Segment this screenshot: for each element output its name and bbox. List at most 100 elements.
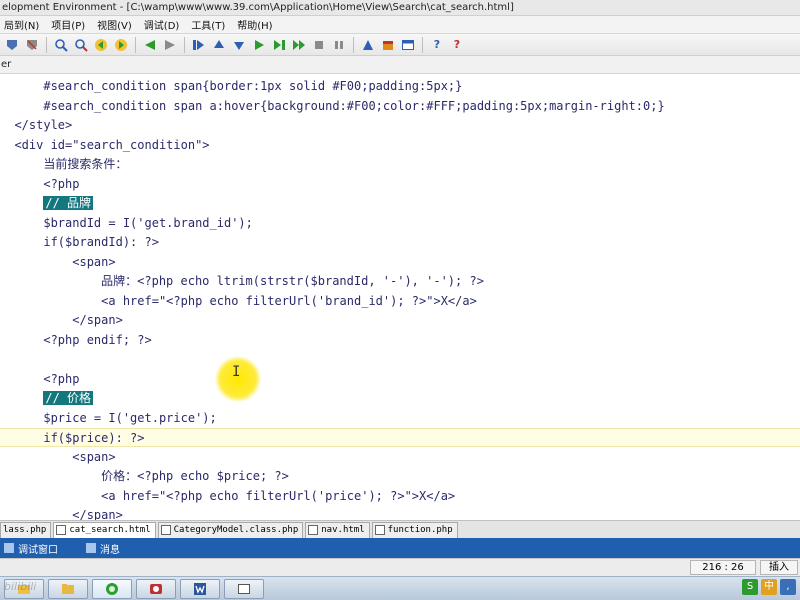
tray-icon[interactable]: 中: [761, 579, 777, 595]
toolbar-separator: [353, 36, 354, 53]
step-icon[interactable]: [271, 37, 287, 53]
code-line: #search_condition span a:hover{backgroun…: [0, 98, 665, 113]
tab-debug-window[interactable]: 调试窗口: [0, 541, 58, 556]
code-line: 价格：<?php echo $price; ?>: [0, 469, 289, 483]
help-icon[interactable]: ?: [429, 37, 445, 53]
word-icon: [194, 582, 206, 595]
text-cursor-icon: I: [232, 364, 241, 380]
code-line: </span>: [0, 508, 123, 520]
tools-icon[interactable]: [360, 37, 376, 53]
context-help-icon[interactable]: ?: [449, 37, 465, 53]
system-tray: S 中 ,: [739, 579, 796, 595]
layout-icon[interactable]: [400, 37, 416, 53]
menu-item-debug[interactable]: 调试(D): [140, 17, 188, 32]
back-icon[interactable]: [93, 37, 109, 53]
taskbar-window[interactable]: [224, 578, 264, 599]
file-tab-nav-html[interactable]: nav.html: [305, 521, 370, 538]
file-tab-cat-search-html[interactable]: cat_search.html: [53, 521, 156, 538]
taskbar-word[interactable]: [180, 578, 220, 599]
bookmark-icon[interactable]: [4, 37, 20, 53]
video-watermark: bilibili: [4, 580, 37, 593]
toolbar-separator: [135, 36, 136, 53]
code-line: // 品牌: [0, 194, 800, 213]
panel-bar: 调试窗口 消息: [0, 538, 800, 558]
code-line: // 价格: [0, 389, 800, 408]
code-line: #search_condition span{border:1px solid …: [0, 79, 463, 93]
code-line: <?php: [0, 371, 80, 386]
status-bar: 216 : 26 插入: [0, 558, 800, 576]
taskbar-recorder[interactable]: [136, 578, 176, 599]
menu-item-help[interactable]: 帮助(H): [233, 17, 280, 32]
message-icon: [86, 543, 96, 553]
next-icon[interactable]: [162, 37, 178, 53]
file-tab-category-model[interactable]: CategoryModel.class.php: [157, 521, 304, 538]
window-icon: [238, 583, 250, 594]
up-icon[interactable]: [211, 37, 227, 53]
comment-highlight: // 品牌: [43, 196, 94, 210]
code-line: 当前搜索条件：: [0, 157, 128, 171]
menu-item-project[interactable]: 项目(P): [47, 17, 93, 32]
taskbar-folder[interactable]: [48, 578, 88, 599]
cursor-position: 216 : 26: [690, 560, 756, 575]
editor-subbar: er: [0, 56, 800, 74]
code-line: <?php: [0, 176, 80, 191]
file-tab-label: lass.php: [3, 525, 47, 535]
code-editor[interactable]: #search_condition span{border:1px solid …: [0, 74, 800, 520]
panel-tab-label: 消息: [100, 544, 120, 556]
file-icon: [56, 525, 67, 535]
toolbar-separator: [422, 36, 423, 53]
code-line: <span>: [0, 254, 116, 269]
file-tab-lass-php[interactable]: lass.php: [0, 521, 52, 538]
file-tab-bar: lass.php cat_search.html CategoryModel.c…: [0, 520, 800, 538]
find-icon[interactable]: [53, 37, 69, 53]
code-line: <a href="<?php echo filterUrl('price'); …: [0, 488, 456, 503]
step-in-icon[interactable]: [191, 37, 207, 53]
code-line: $brandId = I('get.brand_id');: [0, 215, 253, 230]
file-tab-label: function.php: [387, 525, 453, 535]
prev-icon[interactable]: [142, 37, 158, 53]
code-line: </style>: [0, 118, 73, 132]
code-line: <div id="search_condition">: [0, 137, 210, 152]
find-next-icon[interactable]: [73, 37, 89, 53]
code-line: <span>: [0, 449, 116, 464]
code-line: if($brandId): ?>: [0, 235, 159, 249]
forward-icon[interactable]: [113, 37, 129, 53]
debug-icon: [4, 543, 14, 553]
toolbar-separator: [184, 36, 185, 53]
package-icon[interactable]: [380, 37, 396, 53]
panel-tab-label: 调试窗口: [18, 544, 58, 556]
folder-icon: [62, 583, 74, 594]
recorder-icon: [150, 583, 162, 594]
file-icon: [374, 525, 385, 535]
code-line: <?php endif; ?>: [0, 332, 152, 347]
file-icon: [160, 525, 171, 535]
taskbar-browser[interactable]: [92, 578, 132, 599]
run-to-icon[interactable]: [291, 37, 307, 53]
tab-messages[interactable]: 消息: [82, 541, 120, 556]
menu-item-view-to[interactable]: 局到(N): [0, 17, 47, 32]
menu-item-tools[interactable]: 工具(T): [187, 17, 233, 32]
toolbar-separator: [46, 36, 47, 53]
tray-icon[interactable]: S: [742, 579, 758, 595]
menu-bar: 局到(N) 项目(P) 视图(V) 调试(D) 工具(T) 帮助(H): [0, 16, 800, 34]
menu-item-view[interactable]: 视图(V): [93, 17, 140, 32]
code-line: if($price): ?>: [0, 428, 800, 447]
toolbar: ? ?: [0, 34, 800, 56]
code-line: $price = I('get.price');: [0, 410, 217, 425]
insert-mode: 插入: [760, 560, 798, 575]
code-line: <a href="<?php echo filterUrl('brand_id'…: [0, 293, 477, 308]
comment-highlight: // 价格: [43, 391, 94, 405]
code-line: 品牌：<?php echo ltrim(strstr($brandId, '-'…: [0, 274, 484, 288]
pause-icon[interactable]: [331, 37, 347, 53]
os-taskbar: S 中 ,: [0, 576, 800, 600]
run-icon[interactable]: [251, 37, 267, 53]
tray-icon[interactable]: ,: [780, 579, 796, 595]
file-icon: [308, 525, 319, 535]
bookmark-clear-icon[interactable]: [24, 37, 40, 53]
file-tab-label: cat_search.html: [69, 525, 151, 535]
stop-icon[interactable]: [311, 37, 327, 53]
file-tab-function-php[interactable]: function.php: [371, 521, 458, 538]
down-icon[interactable]: [231, 37, 247, 53]
code-line: </span>: [0, 313, 123, 327]
